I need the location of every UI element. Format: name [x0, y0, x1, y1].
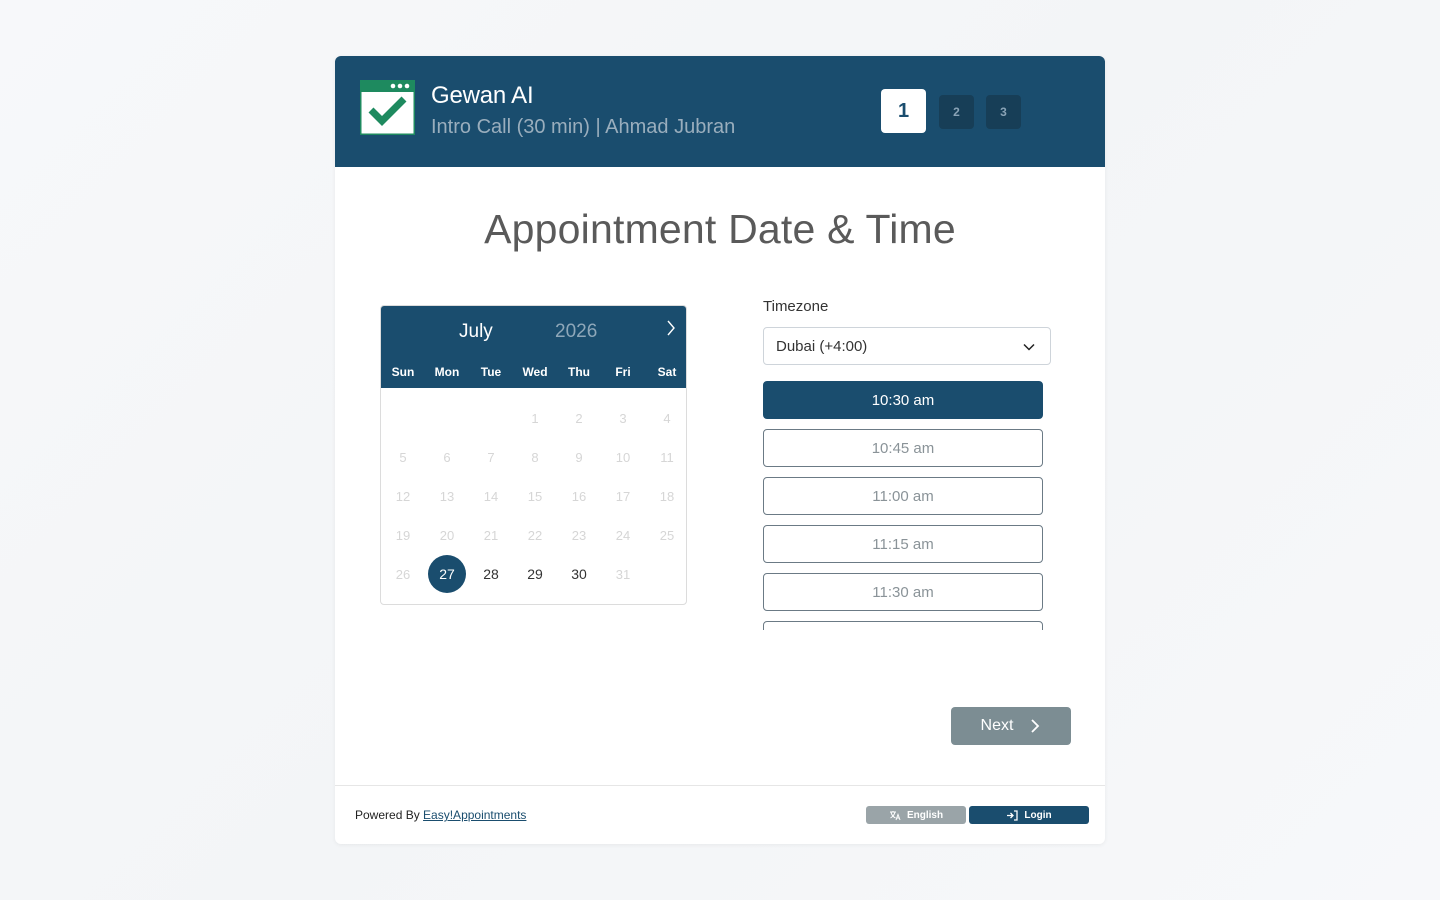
next-button[interactable]: Next: [951, 707, 1071, 745]
company-name: Gewan AI: [431, 82, 534, 109]
calendar-day: 17: [615, 488, 631, 504]
login-label: Login: [1024, 809, 1052, 821]
calendar-day: 13: [439, 488, 455, 504]
weekday-header: Thu: [568, 365, 590, 379]
powered-by: Powered By Easy!Appointments: [355, 808, 526, 822]
calendar-day: 23: [571, 527, 587, 543]
calendar-day: 24: [615, 527, 631, 543]
weekday-header: Mon: [434, 365, 460, 379]
service-provider-line: Intro Call (30 min) | Ahmad Jubran: [431, 116, 736, 138]
calendar-day: 4: [663, 410, 671, 426]
time-slot[interactable]: 11:00 am: [763, 477, 1043, 515]
calendar-day: 12: [395, 488, 411, 504]
booking-header: Gewan AI Intro Call (30 min) | Ahmad Jub…: [335, 56, 1105, 167]
time-slot[interactable]: 11:30 am: [763, 573, 1043, 611]
calendar-day: 9: [575, 449, 583, 465]
weekday-header: Sat: [657, 365, 677, 379]
calendar-day: 22: [527, 527, 543, 543]
booking-card: Gewan AI Intro Call (30 min) | Ahmad Jub…: [335, 56, 1105, 844]
available-time-slots: 10:30 am 10:45 am 11:00 am 11:15 am 11:30 am: [763, 381, 1053, 630]
language-button[interactable]: English: [866, 806, 966, 824]
calendar-day: 20: [439, 527, 455, 543]
calendar-day: 7: [487, 449, 495, 465]
calendar-day: 2: [575, 410, 583, 426]
time-slot[interactable]: [763, 621, 1043, 630]
calendar-day: 14: [483, 488, 499, 504]
calendar-day: 26: [395, 566, 411, 582]
page-title: Appointment Date & Time: [484, 206, 956, 252]
calendar-day: 18: [659, 488, 675, 504]
weekday-header: Sun: [391, 365, 415, 379]
powered-by-text: Powered By: [355, 808, 420, 822]
calendar-check-logo: [360, 80, 415, 135]
time-slot[interactable]: 11:15 am: [763, 525, 1043, 563]
time-slot-selected[interactable]: 10:30 am: [763, 381, 1043, 419]
calendar-year[interactable]: 2026: [555, 321, 597, 343]
time-slot[interactable]: 10:45 am: [763, 429, 1043, 467]
calendar-day: 19: [395, 527, 411, 543]
next-button-label: Next: [980, 717, 1014, 734]
weekday-header: Fri: [615, 365, 631, 379]
calendar-day[interactable]: 29: [516, 555, 554, 593]
weekday-header: Tue: [480, 365, 502, 379]
booking-footer: Powered By Easy!Appointments English Log…: [335, 785, 1105, 844]
language-label: English: [906, 809, 944, 821]
step-2-indicator: 2: [939, 95, 974, 129]
chevron-right-icon[interactable]: [661, 318, 681, 338]
step-3-indicator: 3: [986, 95, 1021, 129]
timezone-select[interactable]: Dubai (+4:00): [763, 327, 1051, 365]
chevron-down-icon: [1023, 343, 1035, 351]
calendar-day: 31: [615, 566, 631, 582]
calendar-day: 10: [615, 449, 631, 465]
calendar-day: 16: [571, 488, 587, 504]
calendar-day: 1: [531, 410, 539, 426]
calendar-month[interactable]: July: [459, 321, 493, 343]
calendar-day: 25: [659, 527, 675, 543]
calendar-day: 15: [527, 488, 543, 504]
calendar-day[interactable]: 30: [560, 555, 598, 593]
timezone-label: Timezone: [763, 298, 829, 315]
calendar-day: 6: [443, 449, 451, 465]
calendar-day-selected[interactable]: 27: [428, 555, 466, 593]
easy-appointments-link[interactable]: Easy!Appointments: [423, 808, 526, 822]
calendar-day: 3: [619, 410, 627, 426]
chevron-right-icon: [1031, 719, 1040, 733]
weekday-header: Wed: [522, 365, 548, 379]
translate-icon: [889, 810, 901, 820]
timezone-value: Dubai (+4:00): [776, 337, 868, 355]
calendar-day: 8: [531, 449, 539, 465]
calendar-day: 5: [399, 449, 407, 465]
calendar-day[interactable]: 28: [472, 555, 510, 593]
sign-in-icon: [1007, 809, 1019, 821]
calendar-day: 11: [660, 449, 674, 465]
step-1-indicator: 1: [881, 89, 926, 133]
login-button[interactable]: Login: [969, 806, 1089, 824]
calendar-day: 21: [483, 527, 499, 543]
date-picker-calendar: July 2026 Sun Mon Tue Wed Thu Fri Sat 1 2 3 4 5 6 7 8 9…: [380, 305, 687, 605]
